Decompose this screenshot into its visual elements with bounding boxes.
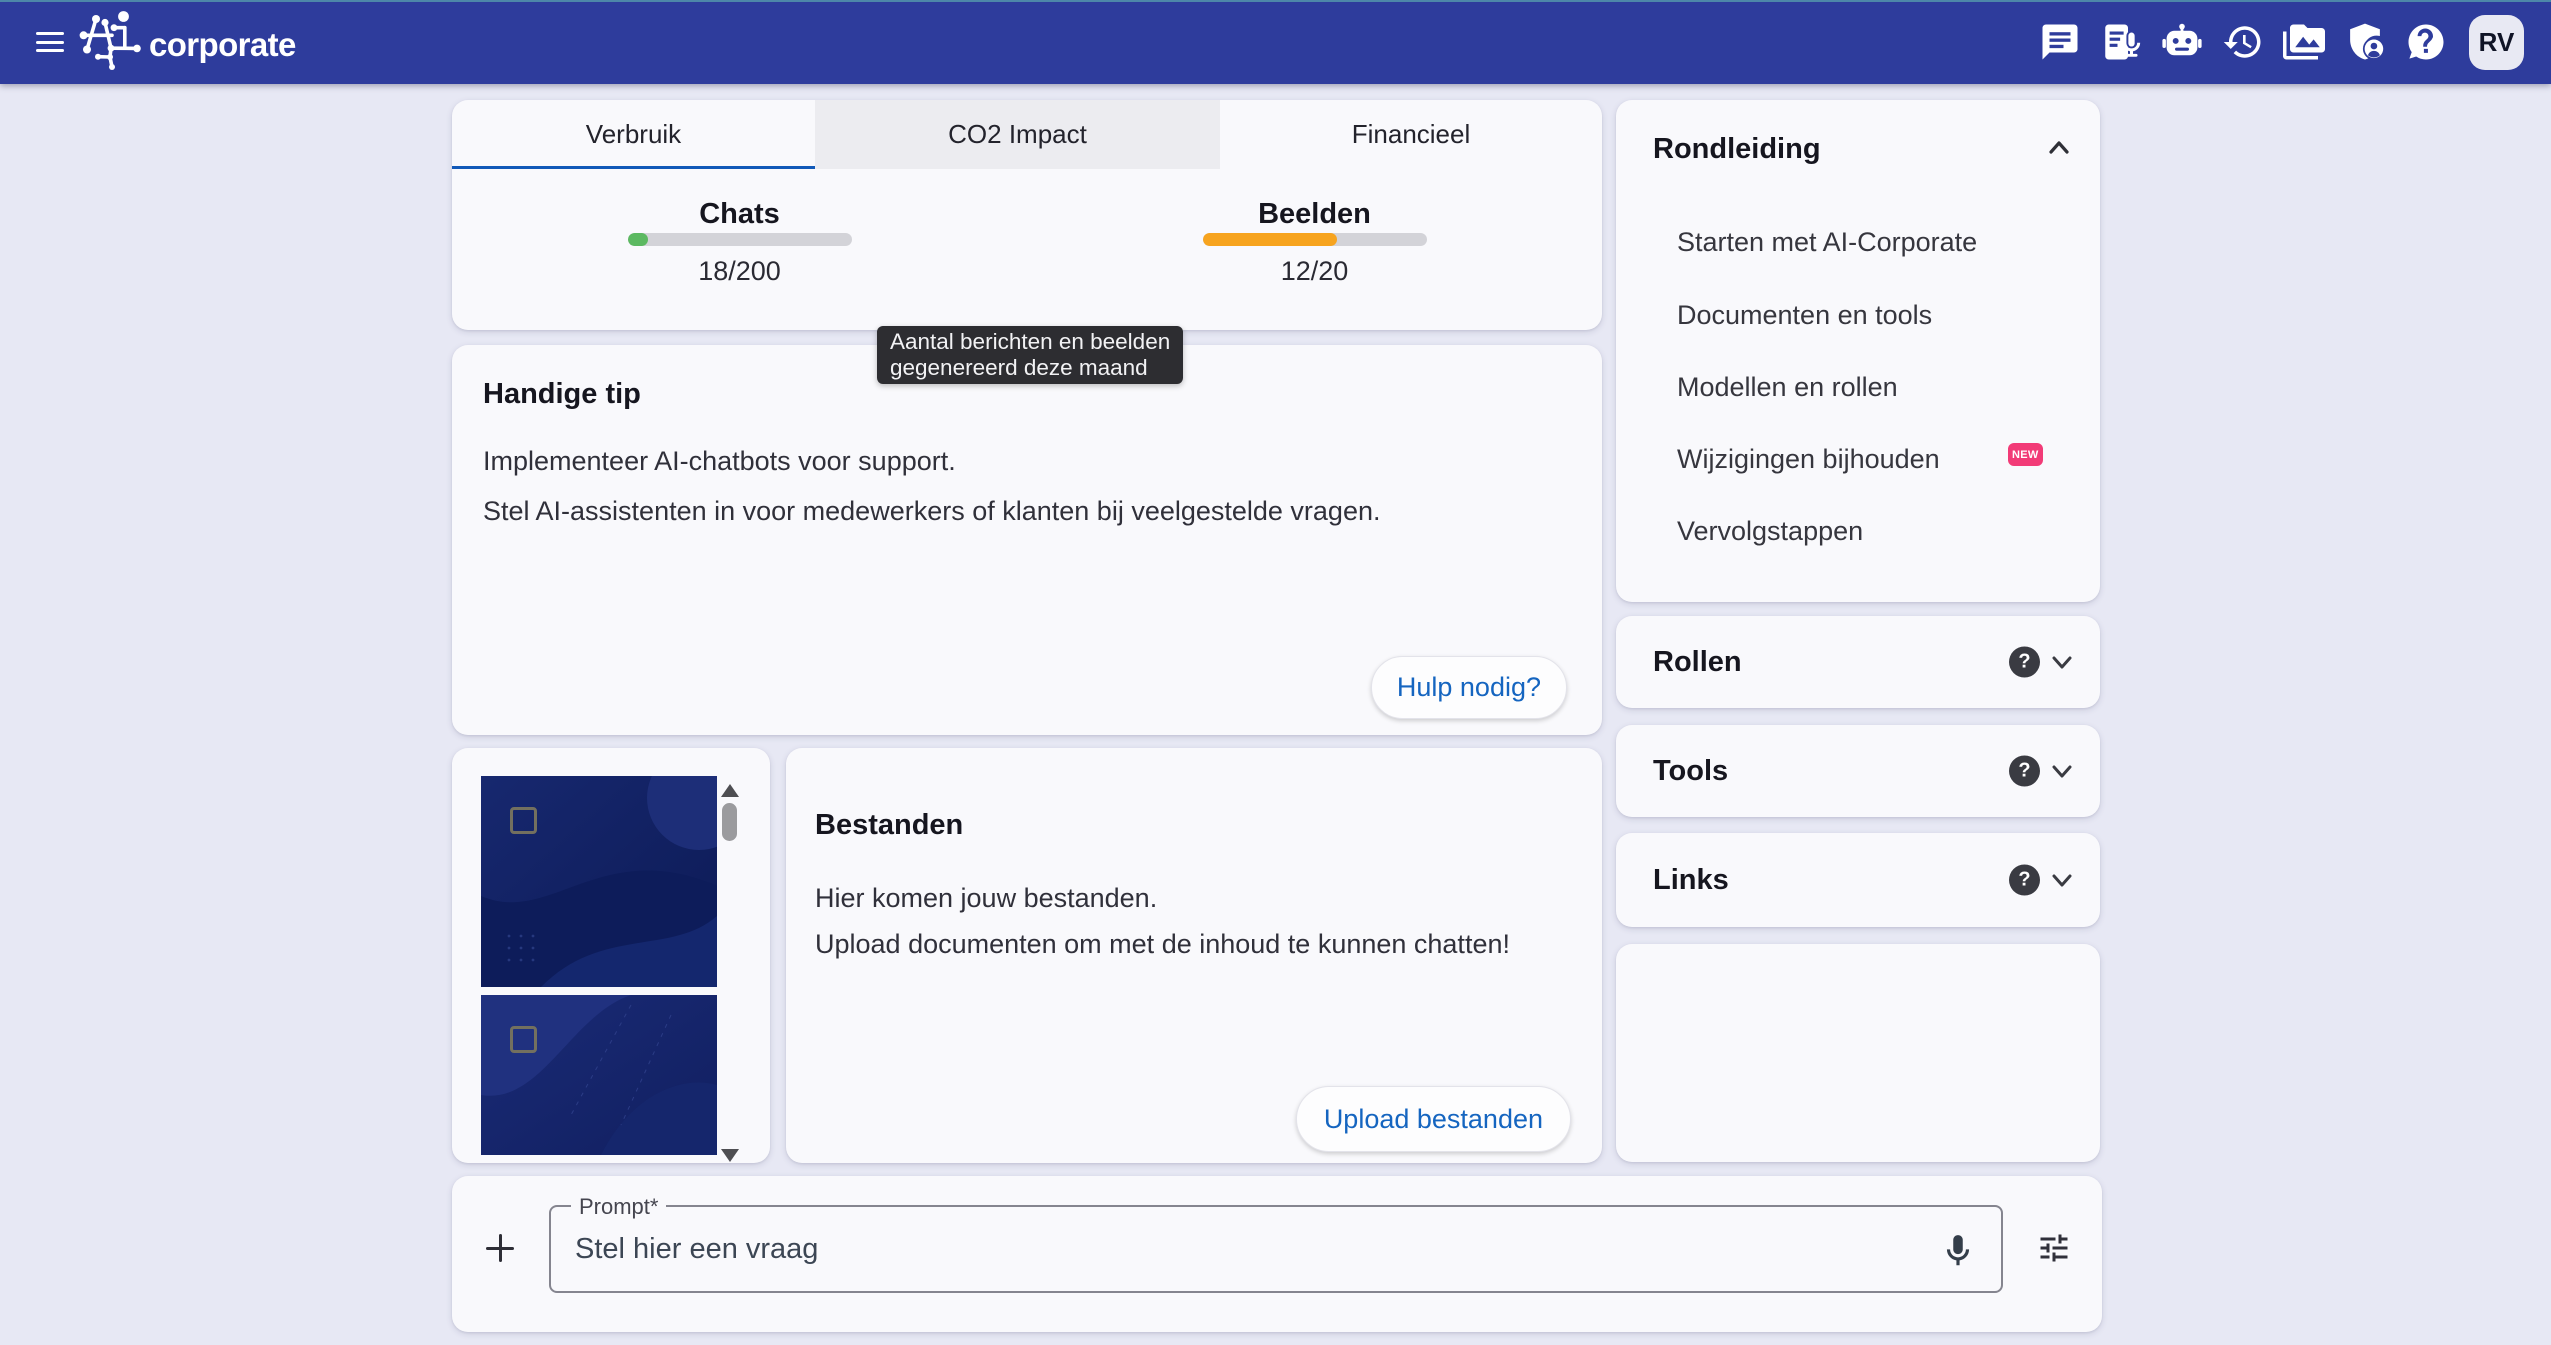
prompt-input[interactable] xyxy=(551,1207,2001,1291)
links-expand-icon[interactable] xyxy=(2047,865,2077,895)
rollen-card: Rollen ? xyxy=(1616,616,2100,708)
rollen-title: Rollen xyxy=(1653,644,1742,680)
tour-item-modellen[interactable]: Modellen en rollen xyxy=(1677,370,1898,404)
tab-verbruik[interactable]: Verbruik xyxy=(452,100,815,169)
metric-beelden: Beelden 12/20 xyxy=(1027,169,1602,330)
usage-card: Verbruik CO2 Impact Financieel Chats 18/… xyxy=(452,100,1602,330)
files-card: Bestanden Hier komen jouw bestanden. Upl… xyxy=(786,748,1602,1163)
scroll-up-icon[interactable] xyxy=(721,784,739,797)
tab-financieel[interactable]: Financieel xyxy=(1220,100,1602,169)
media-library-icon[interactable] xyxy=(2283,21,2325,63)
history-icon[interactable] xyxy=(2222,21,2264,63)
new-badge: NEW xyxy=(2008,443,2043,466)
metric-value: 12/20 xyxy=(1281,254,1349,288)
collapse-icon[interactable] xyxy=(2044,133,2074,163)
links-help-icon[interactable]: ? xyxy=(2009,865,2040,896)
image-1-checkbox[interactable] xyxy=(510,807,537,834)
ai-molecule-logo-icon xyxy=(76,6,146,78)
tab-label: Verbruik xyxy=(586,119,681,150)
tip-line-1: Implementeer AI-chatbots voor support. xyxy=(483,444,956,478)
tour-item-vervolgstappen[interactable]: Vervolgstappen xyxy=(1677,514,1863,548)
tools-help-icon[interactable]: ? xyxy=(2009,756,2040,787)
files-line-1: Hier komen jouw bestanden. xyxy=(815,881,1157,915)
brand-logo[interactable]: corporate xyxy=(76,5,296,79)
gallery-scrollbar[interactable] xyxy=(722,803,737,841)
header-actions: RV xyxy=(2039,0,2524,84)
usage-metrics: Chats 18/200 Beelden 12/20 xyxy=(452,169,1602,330)
robot-icon[interactable] xyxy=(2161,21,2203,63)
tour-item-starten[interactable]: Starten met AI-Corporate xyxy=(1677,225,1977,259)
tip-title: Handige tip xyxy=(483,376,641,412)
upload-files-button[interactable]: Upload bestanden xyxy=(1296,1086,1571,1152)
generated-image-2[interactable] xyxy=(481,995,717,1155)
gallery-card xyxy=(452,748,770,1163)
tour-item-wijzigingen[interactable]: Wijzigingen bijhouden xyxy=(1677,442,1940,476)
links-title: Links xyxy=(1653,862,1729,898)
help-icon[interactable] xyxy=(2405,21,2447,63)
user-avatar[interactable]: RV xyxy=(2469,15,2524,70)
beelden-progress-bar xyxy=(1203,233,1427,246)
metric-label: Chats xyxy=(699,197,780,231)
rollen-help-icon[interactable]: ? xyxy=(2009,647,2040,678)
tools-title: Tools xyxy=(1653,753,1728,789)
beelden-progress-fill xyxy=(1203,233,1337,246)
add-icon[interactable] xyxy=(486,1234,514,1262)
menu-icon[interactable] xyxy=(36,31,64,53)
brand-text: corporate xyxy=(149,26,296,64)
prompt-field: Prompt* xyxy=(549,1205,2003,1293)
app-page: corporate xyxy=(0,0,2551,1345)
files-title: Bestanden xyxy=(815,807,963,843)
tab-label: Financieel xyxy=(1352,119,1471,150)
empty-panel-card xyxy=(1616,944,2100,1162)
tab-co2-impact[interactable]: CO2 Impact xyxy=(815,100,1220,169)
tip-line-2: Stel AI-assistenten in voor medewerkers … xyxy=(483,494,1381,528)
tour-title: Rondleiding xyxy=(1653,131,1821,167)
metric-chats: Chats 18/200 xyxy=(452,169,1027,330)
tab-label: CO2 Impact xyxy=(948,119,1087,150)
metric-label: Beelden xyxy=(1258,197,1371,231)
tip-card: Handige tip Implementeer AI-chatbots voo… xyxy=(452,345,1602,735)
microphone-icon[interactable] xyxy=(1939,1232,1977,1270)
tools-card: Tools ? xyxy=(1616,725,2100,817)
metric-value: 18/200 xyxy=(698,254,781,288)
prompt-bar: Prompt* xyxy=(452,1176,2102,1332)
tour-item-documenten[interactable]: Documenten en tools xyxy=(1677,298,1932,332)
tooltip-line-1: Aantal berichten en beelden xyxy=(890,329,1170,355)
document-voice-icon[interactable] xyxy=(2100,21,2142,63)
chats-progress-bar xyxy=(628,233,852,246)
scroll-down-icon[interactable] xyxy=(721,1149,739,1162)
usage-tabs: Verbruik CO2 Impact Financieel xyxy=(452,100,1602,169)
tooltip-line-2: gegenereerd deze maand xyxy=(890,355,1170,381)
help-button[interactable]: Hulp nodig? xyxy=(1371,656,1567,719)
links-card: Links ? xyxy=(1616,833,2100,927)
app-header: corporate xyxy=(0,0,2551,84)
tour-card: Rondleiding Starten met AI-Corporate Doc… xyxy=(1616,100,2100,602)
usage-tooltip: Aantal berichten en beelden gegenereerd … xyxy=(877,326,1183,384)
files-line-2: Upload documenten om met de inhoud te ku… xyxy=(815,927,1510,961)
rollen-expand-icon[interactable] xyxy=(2047,647,2077,677)
chats-progress-fill xyxy=(628,233,648,246)
tune-icon[interactable] xyxy=(2036,1230,2072,1266)
tools-expand-icon[interactable] xyxy=(2047,756,2077,786)
shield-person-icon[interactable] xyxy=(2344,21,2386,63)
chat-icon[interactable] xyxy=(2039,21,2081,63)
image-2-checkbox[interactable] xyxy=(510,1026,537,1053)
